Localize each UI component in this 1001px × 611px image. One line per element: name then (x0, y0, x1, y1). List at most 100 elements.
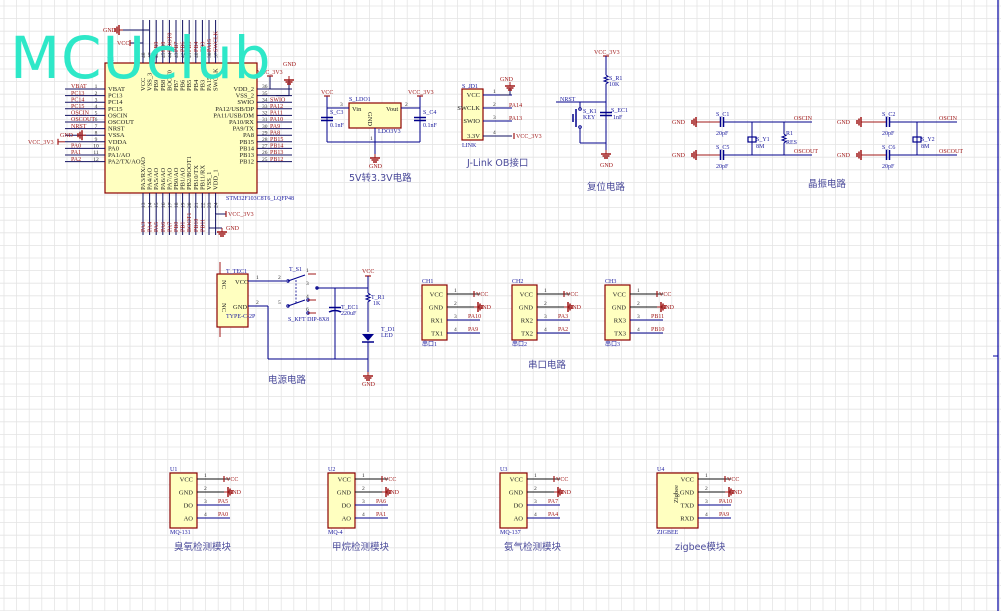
pin-number: 32 (262, 111, 268, 117)
serial-title: 串口电路 (528, 359, 567, 371)
component-ref: U1 (170, 467, 177, 473)
net-label: GND (226, 226, 240, 232)
net-label: PA9 (468, 327, 478, 333)
pin-number: 25 (262, 157, 268, 163)
net-label: PB1 (181, 222, 187, 232)
pin-number: 3 (534, 499, 537, 505)
net-label: PA1 (71, 150, 81, 156)
net-label: VCC (362, 269, 374, 275)
section-title: 晶振电路 (808, 178, 847, 190)
pin-number: 2 (493, 102, 496, 108)
net-label: PA11 (270, 111, 283, 117)
crystal-value: 8M (921, 144, 930, 150)
component-footer: ZIGBEE (657, 530, 679, 536)
capacitor-value: 220uF (341, 311, 357, 317)
pin-name: DO (514, 503, 524, 510)
pin-number: 7 (95, 124, 98, 130)
pin-name: Vin (352, 106, 362, 113)
ground-symbol-icon (856, 150, 865, 160)
schematic-sheet[interactable]: U1STM32F103C8T6_LQFP481 VBATVBAT2 PC13PC13… (0, 0, 1001, 611)
net-label: GND (478, 305, 492, 311)
pin-number: 12 (93, 157, 99, 163)
capacitor-ref: S_C3 (330, 110, 343, 116)
pin-number: 15 (154, 202, 160, 208)
pin-number: 34 (262, 97, 268, 103)
pin-number: 19 (181, 202, 187, 208)
net-label: PA7 (167, 222, 173, 232)
pin-name: TXD (681, 503, 695, 510)
pin-name: PA2/TX/AO (108, 159, 141, 166)
net-label: GND (672, 153, 686, 159)
component-ref: CH1 (422, 279, 433, 285)
net-label: NRST (71, 124, 87, 130)
resistor-value: RES (786, 140, 797, 146)
pin-number: 23 (207, 202, 213, 208)
pin-number: 6 (306, 307, 309, 313)
pin-number: 3 (705, 499, 708, 505)
watermark-logo: MCUclub (10, 24, 272, 92)
pin-name: VCC (520, 292, 533, 299)
component-ref: U2 (328, 467, 335, 473)
reset-circuit: VCC_3V3S_R110KNRSTS_K1KEYS_EC11nFGND复位电路 (556, 50, 628, 193)
pin-number: 2 (454, 301, 457, 307)
component-footer: MQ-131 (170, 530, 191, 536)
pin-number: 4 (362, 512, 365, 518)
pin-number: 8 (95, 130, 98, 136)
ground-symbol-icon (370, 154, 380, 163)
push-button-icon (572, 107, 582, 129)
resistor-value: 10K (609, 82, 620, 88)
net-label: PA5 (154, 222, 160, 232)
net-label: PA4 (148, 222, 154, 232)
net-label: PA2 (558, 327, 568, 333)
button-contact (578, 107, 582, 111)
serial-module-1: CH1 串口1 1 VCC VCC 2 GND GND 3 RX1 PA10 4 TX1 PA9 (421, 279, 492, 348)
net-label: PB14 (270, 144, 283, 150)
net-label: PC15 (71, 104, 84, 110)
pin-number: 3 (95, 97, 98, 103)
pin-name: RX1 (431, 318, 443, 325)
net-label: GND (661, 305, 675, 311)
net-label: GND (228, 490, 242, 496)
pin-number: 31 (262, 117, 268, 123)
net-label: VCC (226, 477, 238, 483)
pin-number: 2 (278, 275, 281, 281)
capacitor-icon (885, 117, 891, 127)
schematic-canvas[interactable]: U1 STM32F103C8T6_LQFP48 1 VBAT VBAT 2 PC13 PC13… (0, 0, 1001, 611)
net-label: PB10 (651, 327, 664, 333)
pin-number: 2 (534, 486, 537, 492)
net-label: GND (568, 305, 582, 311)
pin-name: AO (514, 516, 524, 523)
pin-number: 4 (95, 104, 98, 110)
crystal-ref: S_Y1 (756, 137, 770, 143)
net-label: GND (60, 133, 74, 139)
pin-number: 24 (214, 202, 220, 208)
pin-number: 5 (278, 300, 281, 306)
pin-number: 21 (194, 202, 200, 208)
net-label: VCC (659, 292, 671, 298)
pin-number: 22 (200, 202, 206, 208)
pin-number: 18 (174, 202, 180, 208)
pin-number: 3 (493, 115, 496, 121)
pin-name: GND (233, 304, 247, 311)
ground-symbol-icon (363, 372, 373, 381)
pin-number: 11 (93, 150, 99, 156)
capacitor-value: 20pF (716, 164, 729, 170)
pin-name: VCC (235, 279, 248, 286)
net-label: GND (283, 62, 297, 68)
net-label: PB0 (174, 222, 180, 232)
pin-number: 3 (306, 281, 309, 287)
component-footer: MQ-4 (328, 530, 343, 536)
pin-number: 1 (256, 275, 259, 281)
pin-number: 1 (544, 288, 547, 294)
pin-number: 1 (454, 288, 457, 294)
component-ref: S_LDO1 (349, 97, 371, 103)
component-footer: 串口2 (512, 340, 527, 348)
net-label: PC14 (71, 97, 84, 103)
net-label: PA10 (719, 499, 732, 505)
net-label: PA7 (548, 499, 558, 505)
net-label: OSCIN (939, 116, 958, 122)
pin-number: 3 (454, 314, 457, 320)
pin-number: 4 (306, 294, 309, 300)
net-label: GND (729, 490, 743, 496)
component-ref: U4 (657, 467, 664, 473)
